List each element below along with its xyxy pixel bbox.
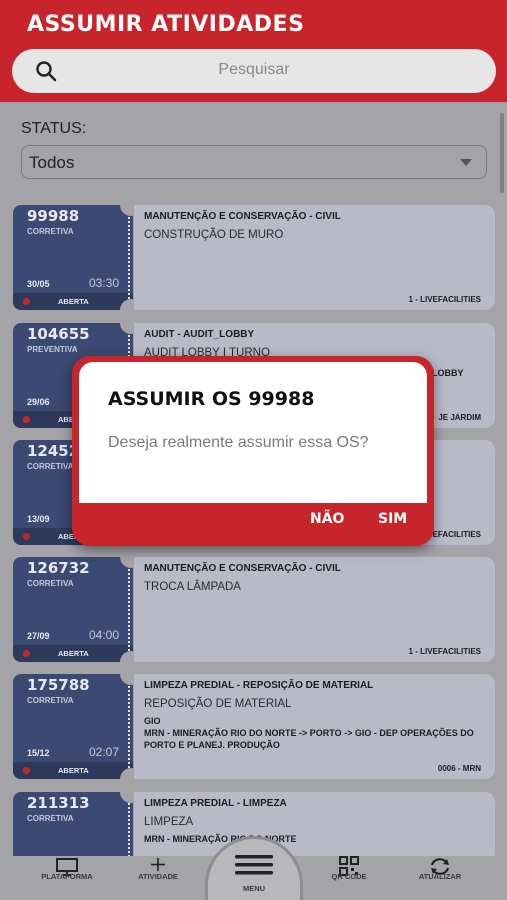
status-dot-icon: [23, 767, 30, 774]
card-number: 211313: [27, 794, 90, 812]
card-time: 02:07: [88, 745, 119, 759]
nav-activity[interactable]: ATIVIDADE: [118, 856, 198, 900]
menu-label: MENU: [242, 884, 266, 893]
card-ticket-stub: 175788 CORRETIVA 15/12 02:07 ABERTA: [13, 674, 133, 779]
card-fragment: LOBBY: [432, 368, 464, 378]
perforation: [128, 213, 130, 303]
perforation: [128, 800, 130, 860]
card-description: CONSTRUÇÃO DE MURO: [144, 229, 284, 241]
card-ticket-stub: 211313 CORRETIVA: [13, 792, 133, 862]
hamburger-icon: [235, 855, 273, 875]
card-category: MANUTENÇÃO E CONSERVAÇÃO - CIVIL: [144, 563, 341, 574]
yes-button[interactable]: SIM: [378, 511, 407, 527]
card-type: CORRETIVA: [27, 227, 74, 236]
card-category: MANUTENÇÃO E CONSERVAÇÃO - CIVIL: [144, 211, 341, 222]
card-description: TROCA LÂMPADA: [144, 581, 241, 593]
status-dot-icon: [23, 416, 30, 423]
search-placeholder: Pesquisar: [218, 61, 290, 78]
page-title: ASSUMIR ATIVIDADES: [27, 12, 305, 37]
card-number: 126732: [27, 559, 90, 577]
status-select[interactable]: Todos: [21, 145, 487, 179]
status-value: Todos: [29, 153, 75, 172]
chevron-down-icon: [460, 159, 472, 166]
card-footer: 1 - LIVEFACILITIES: [408, 647, 481, 656]
card-time: 03:30: [88, 276, 119, 290]
nav-qrcode[interactable]: QR CODE: [309, 856, 389, 900]
card-date: 13/09: [27, 514, 50, 524]
confirm-dialog: ASSUMIR OS 99988 Deseja realmente assumi…: [72, 356, 434, 546]
card-body: LIMPEZA PREDIAL - LIMPEZA LIMPEZA MRN - …: [134, 792, 495, 862]
card-location: GIO MRN - MINERAÇÃO RIO DO NORTE -> PORT…: [144, 716, 474, 750]
activity-card[interactable]: 175788 CORRETIVA 15/12 02:07 ABERTA LIMP…: [13, 663, 495, 790]
card-number: 104655: [27, 325, 90, 343]
card-body: MANUTENÇÃO E CONSERVAÇÃO - CIVIL TROCA L…: [134, 557, 495, 662]
card-type: PREVENTIVA: [27, 345, 78, 354]
card-footer: JE JARDIM: [438, 413, 481, 422]
dialog-body: ASSUMIR OS 99988 Deseja realmente assumi…: [79, 362, 427, 503]
no-button[interactable]: NÃO: [310, 511, 344, 527]
card-date: 30/05: [27, 279, 50, 289]
nav-activity-label: ATIVIDADE: [138, 872, 178, 881]
status-dot-icon: [23, 298, 30, 305]
status-label: STATUS:: [21, 120, 87, 137]
activity-card[interactable]: 99988 CORRETIVA 30/05 03:30 ABERTA MANUT…: [13, 194, 495, 321]
card-status-bar: ABERTA: [13, 293, 133, 310]
card-type: CORRETIVA: [27, 696, 74, 705]
card-ticket-stub: 126732 CORRETIVA 27/09 04:00 ABERTA: [13, 557, 133, 662]
card-number: 99988: [27, 207, 80, 225]
dialog-message: Deseja realmente assumir essa OS?: [108, 434, 369, 451]
card-status: ABERTA: [58, 766, 89, 775]
card-time: 04:00: [88, 628, 119, 642]
card-category: AUDIT - AUDIT_LOBBY: [144, 329, 255, 340]
card-description: REPOSIÇÃO DE MATERIAL: [144, 698, 292, 710]
nav-platform-label: PLATAFORMA: [41, 872, 93, 881]
card-description: LIMPEZA: [144, 816, 194, 828]
nav-refresh[interactable]: ATUALIZAR: [400, 856, 480, 900]
card-type: CORRETIVA: [27, 579, 74, 588]
card-number: 175788: [27, 676, 90, 694]
status-dot-icon: [23, 650, 30, 657]
nav-qrcode-label: QR CODE: [331, 872, 367, 881]
card-category: LIMPEZA PREDIAL - REPOSIÇÃO DE MATERIAL: [144, 680, 374, 691]
app-header: ASSUMIR ATIVIDADES Pesquisar: [0, 0, 507, 102]
search-icon[interactable]: [34, 59, 58, 83]
perforation: [128, 682, 130, 772]
nav-platform[interactable]: PLATAFORMA: [27, 856, 107, 900]
perforation: [128, 565, 130, 655]
card-date: 27/09: [27, 631, 50, 641]
card-date: 15/12: [27, 748, 50, 758]
card-date: 29/06: [27, 397, 50, 407]
card-type: CORRETIVA: [27, 814, 74, 823]
card-location: MRN - MINERAÇÃO RIO DO NORTE: [144, 834, 297, 844]
dialog-title: ASSUMIR OS 99988: [108, 388, 315, 410]
card-status: ABERTA: [58, 649, 89, 658]
card-body: LIMPEZA PREDIAL - REPOSIÇÃO DE MATERIAL …: [134, 674, 495, 779]
card-footer: 1 - LIVEFACILITIES: [408, 295, 481, 304]
nav-refresh-label: ATUALIZAR: [418, 872, 462, 881]
status-dot-icon: [23, 533, 30, 540]
card-status-bar: ABERTA: [13, 645, 133, 662]
card-ticket-stub: 99988 CORRETIVA 30/05 03:30 ABERTA: [13, 205, 133, 310]
card-status-bar: ABERTA: [13, 762, 133, 779]
card-body: MANUTENÇÃO E CONSERVAÇÃO - CIVIL CONSTRU…: [134, 205, 495, 310]
card-status: ABERTA: [58, 297, 89, 306]
activity-card[interactable]: 126732 CORRETIVA 27/09 04:00 ABERTA MANU…: [13, 546, 495, 673]
card-type: CORRETIVA: [27, 462, 74, 471]
scrollbar[interactable]: [500, 113, 504, 193]
search-input[interactable]: Pesquisar: [12, 49, 496, 93]
card-footer: 0006 - MRN: [437, 764, 481, 773]
card-category: LIMPEZA PREDIAL - LIMPEZA: [144, 798, 287, 809]
